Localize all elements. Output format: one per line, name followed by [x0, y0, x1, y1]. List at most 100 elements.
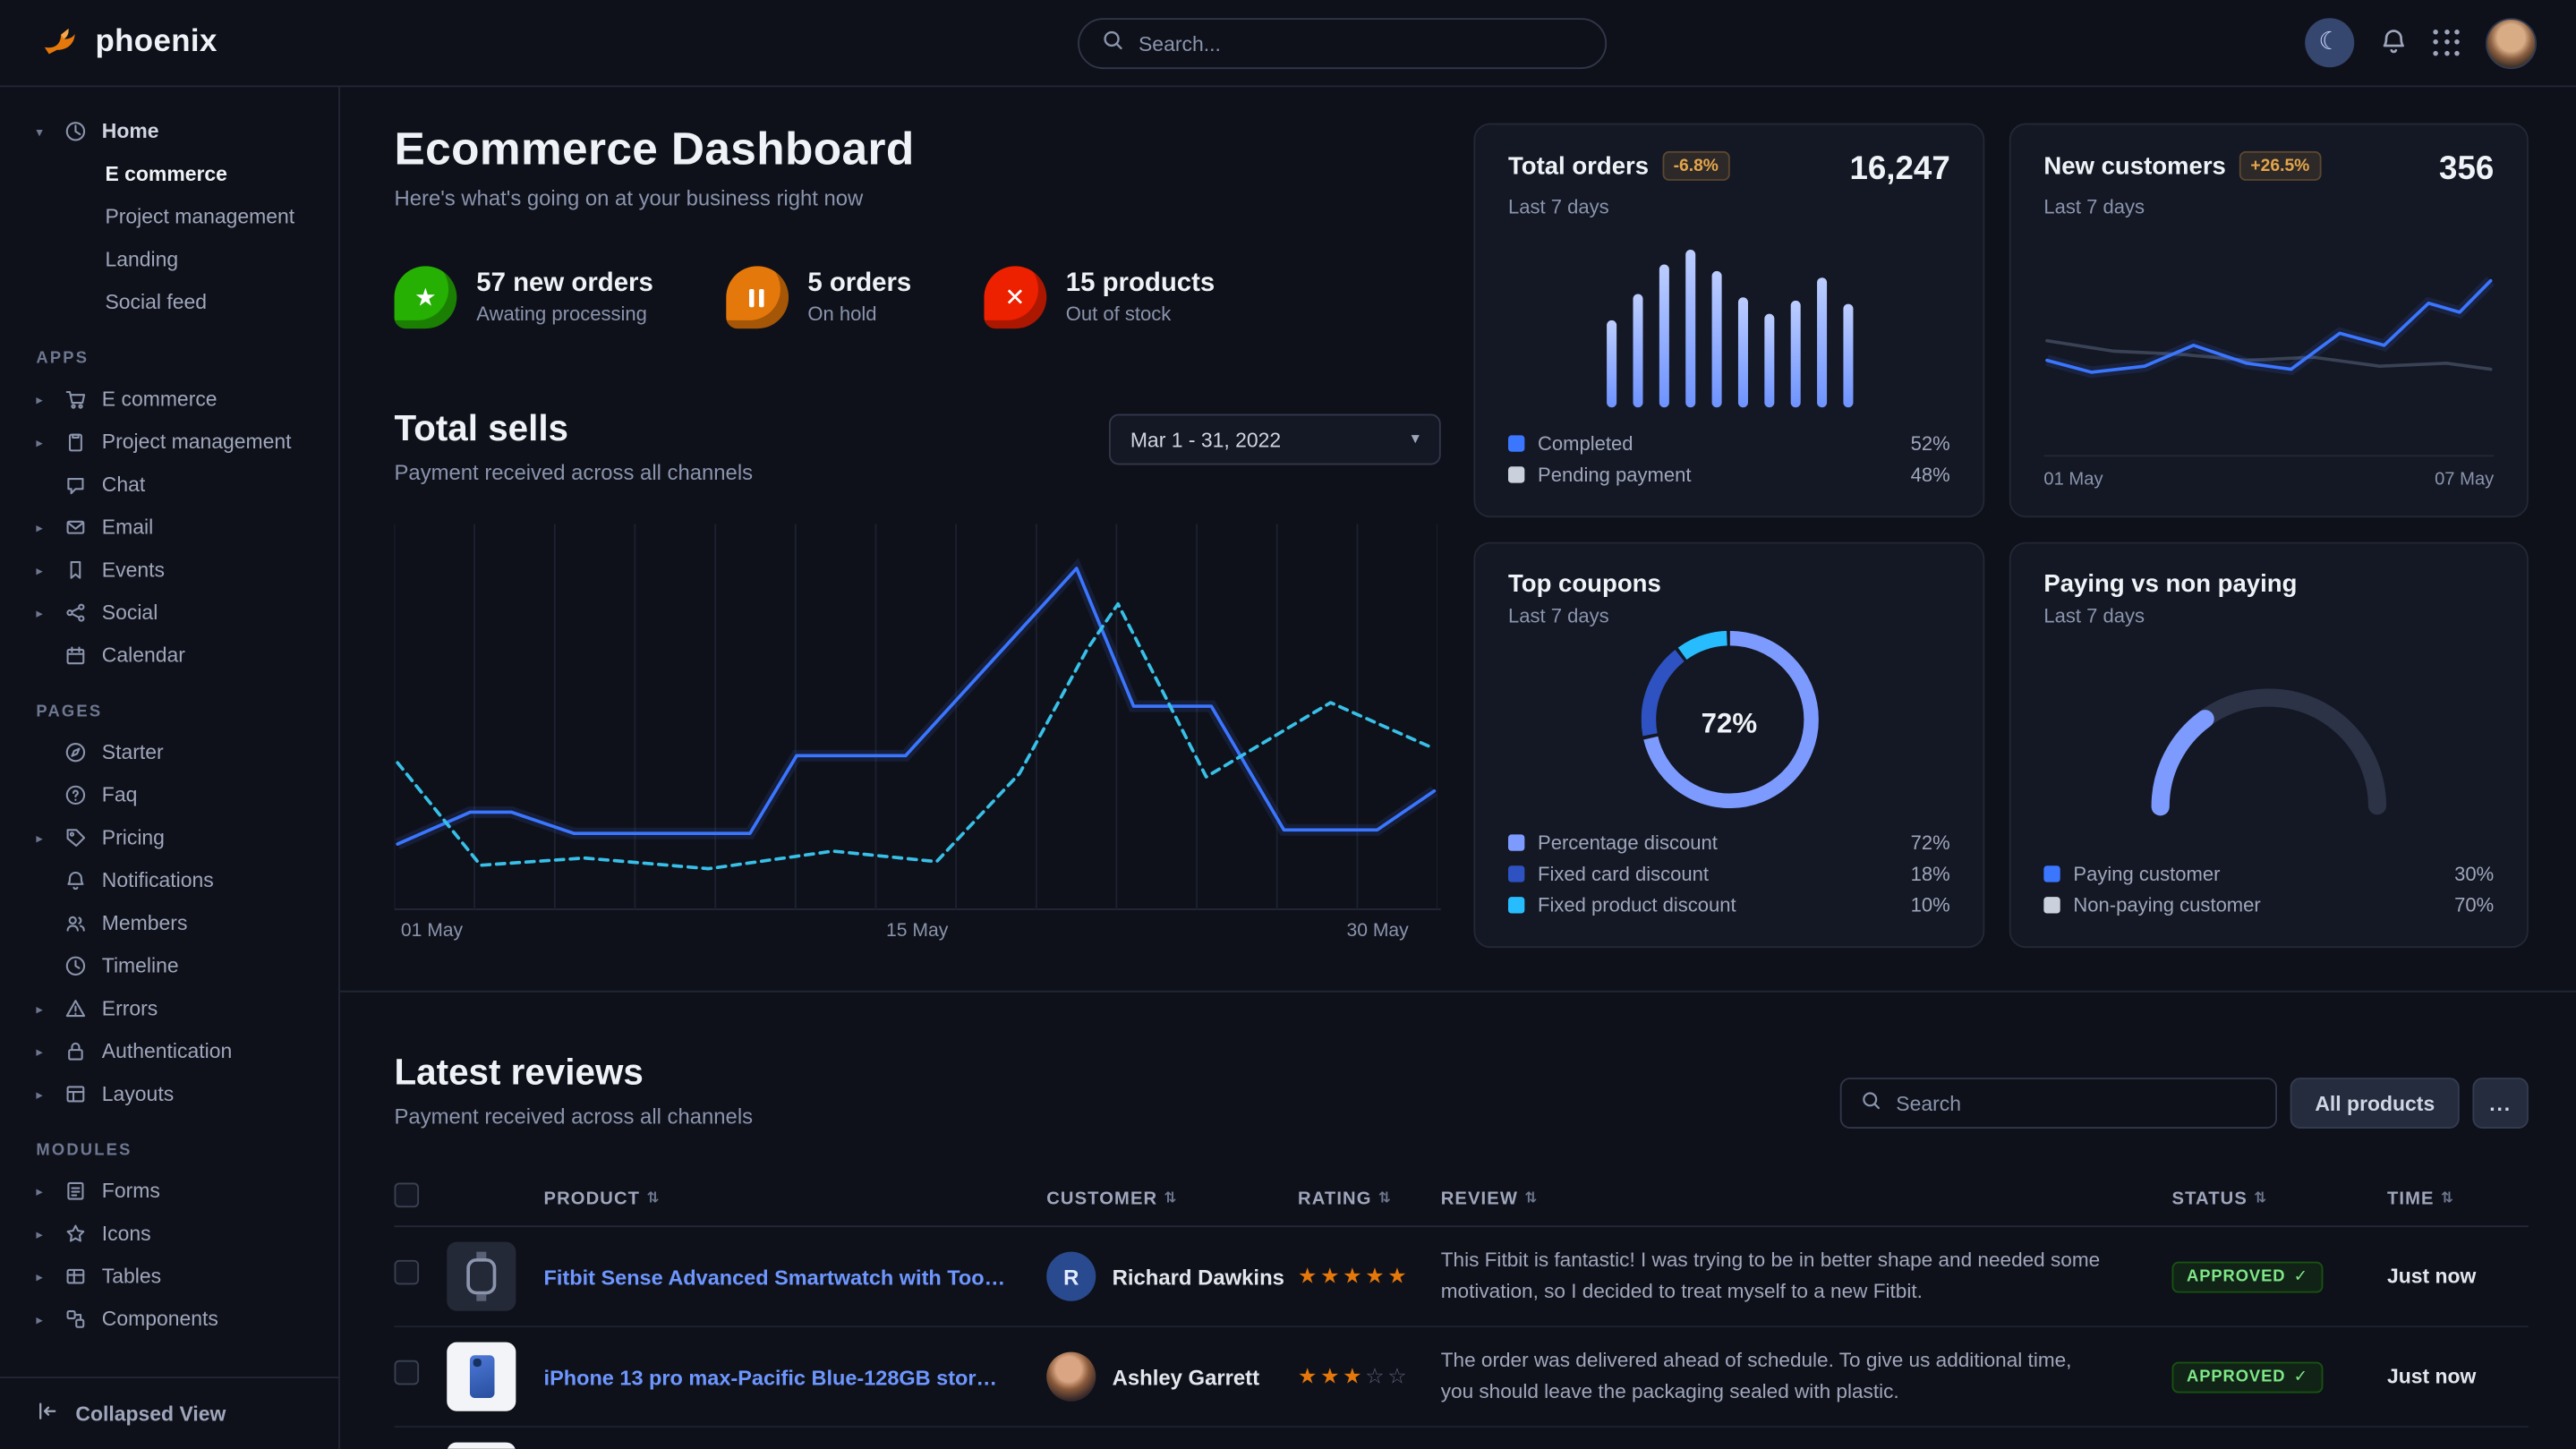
paying-title: Paying vs non paying — [2043, 570, 2297, 598]
x-axis-label: 01 May — [2043, 470, 2103, 490]
sidebar-item-faq[interactable]: Faq — [20, 774, 338, 817]
date-range-value: Mar 1 - 31, 2022 — [1130, 428, 1281, 451]
all-products-button[interactable]: All products — [2290, 1078, 2460, 1129]
sidebar-item-home[interactable]: ▾Home — [20, 110, 338, 153]
total-orders-legend: Completed52%Pending payment48% — [1508, 427, 1950, 490]
order-bar — [1843, 304, 1853, 407]
sidebar-item-events[interactable]: ▸Events — [20, 549, 338, 592]
brand-name: phoenix — [95, 25, 217, 61]
sidebar-item-timeline[interactable]: Timeline — [20, 944, 338, 987]
page-subtitle: Here's what's going on at your business … — [395, 185, 1441, 210]
sidebar-subitem-e-commerce[interactable]: E commerce — [20, 153, 338, 196]
column-header-customer[interactable]: CUSTOMER⇅ — [1046, 1189, 1298, 1208]
sidebar-item-forms[interactable]: ▸Forms — [20, 1170, 338, 1213]
stat-item: 5 ordersOn hold — [726, 266, 912, 328]
apps-grid-button[interactable] — [2433, 29, 2461, 56]
section-divider — [340, 991, 2576, 993]
column-header-rating[interactable]: RATING⇅ — [1298, 1189, 1441, 1208]
column-header-review[interactable]: REVIEW ⇅ — [1441, 1189, 2172, 1208]
sidebar-item-social[interactable]: ▸Social — [20, 592, 338, 635]
column-header-status[interactable]: STATUS⇅ — [2172, 1189, 2387, 1208]
legend-item: Paying customer30% — [2043, 857, 2494, 889]
users-icon — [63, 910, 89, 936]
paying-caption: Last 7 days — [2043, 604, 2494, 627]
sort-icon[interactable]: ⇅ — [2441, 1189, 2454, 1207]
clock-icon — [63, 953, 89, 979]
product-image — [447, 1242, 516, 1311]
product-link[interactable]: iPhone 13 pro max-Pacific Blue-128GB sto… — [544, 1364, 1047, 1389]
app-root: phoenix ☾ ▾HomeE commerceProject managem… — [0, 0, 2576, 1449]
brand[interactable]: phoenix — [39, 18, 352, 67]
sidebar-item-chat[interactable]: Chat — [20, 464, 338, 507]
sidebar-item-members[interactable]: Members — [20, 902, 338, 945]
global-search[interactable] — [1078, 18, 1607, 69]
compass-icon — [63, 739, 89, 765]
row-checkbox[interactable] — [395, 1260, 420, 1285]
customer-name: Richard Dawkins — [1113, 1264, 1284, 1289]
notifications-button[interactable] — [2379, 25, 2409, 60]
sort-icon[interactable]: ⇅ — [2254, 1189, 2267, 1207]
legend-swatch — [1508, 896, 1524, 912]
sidebar-item-calendar[interactable]: Calendar — [20, 635, 338, 678]
caret-right-icon: ▸ — [36, 1183, 49, 1198]
column-header-time[interactable]: TIME⇅ — [2387, 1189, 2529, 1208]
collapse-view-button[interactable]: Collapsed View — [0, 1377, 338, 1449]
sidebar-item-icons[interactable]: ▸Icons — [20, 1213, 338, 1256]
new-customers-title: New customers — [2043, 152, 2226, 180]
status-badge: APPROVED✓ — [2172, 1362, 2324, 1394]
sort-icon[interactable]: ⇅ — [1164, 1189, 1178, 1207]
sort-icon[interactable]: ⇅ — [646, 1189, 660, 1207]
sidebar-subitem-social-feed[interactable]: Social feed — [20, 281, 338, 324]
warning-icon — [63, 995, 89, 1021]
date-range-select[interactable]: Mar 1 - 31, 2022 ▾ — [1109, 414, 1441, 465]
form-icon — [63, 1178, 89, 1204]
sidebar-section-title: PAGES — [36, 703, 338, 721]
order-bar — [1737, 298, 1747, 407]
order-stats: ★57 new ordersAwating processing5 orders… — [395, 266, 1441, 328]
x-axis-label: 30 May — [1346, 922, 1408, 942]
column-header-product[interactable]: PRODUCT⇅ — [544, 1189, 1047, 1208]
reviews-search-input[interactable] — [1896, 1092, 2256, 1115]
order-bar — [1659, 265, 1668, 407]
column-header-label: REVIEW — [1441, 1189, 1518, 1208]
more-options-button[interactable]: ... — [2472, 1078, 2528, 1129]
customer-avatar: R — [1046, 1252, 1096, 1301]
legend-swatch — [1508, 865, 1524, 881]
x-axis-label: 01 May — [401, 922, 463, 942]
review-time: Just now — [2387, 1265, 2529, 1288]
sort-icon[interactable]: ⇅ — [1524, 1189, 1538, 1207]
paying-legend: Paying customer30%Non-paying customer70% — [2043, 857, 2494, 920]
global-search-input[interactable] — [1139, 32, 1582, 55]
search-icon — [1862, 1088, 1881, 1118]
sidebar-item-tables[interactable]: ▸Tables — [20, 1255, 338, 1298]
sidebar-item-layouts[interactable]: ▸Layouts — [20, 1073, 338, 1116]
caret-right-icon: ▸ — [36, 563, 49, 578]
bell-icon — [2379, 25, 2409, 60]
reviews-search[interactable] — [1840, 1078, 2277, 1129]
order-bar — [1633, 294, 1642, 407]
sidebar-item-pricing[interactable]: ▸Pricing — [20, 816, 338, 859]
sidebar-item-email[interactable]: ▸Email — [20, 506, 338, 549]
sidebar-subitem-landing[interactable]: Landing — [20, 238, 338, 281]
sidebar-item-notifications[interactable]: Notifications — [20, 859, 338, 902]
legend-item: Non-paying customer70% — [2043, 889, 2494, 920]
sidebar-subitem-project-management[interactable]: Project management — [20, 195, 338, 238]
sidebar-item-starter[interactable]: Starter — [20, 731, 338, 774]
sort-icon[interactable]: ⇅ — [1378, 1189, 1392, 1207]
user-avatar[interactable] — [2486, 17, 2537, 68]
theme-toggle-button[interactable]: ☾ — [2305, 18, 2354, 67]
legend-item: Fixed product discount10% — [1508, 889, 1950, 920]
row-checkbox[interactable] — [395, 1360, 420, 1385]
sidebar-item-e-commerce[interactable]: ▸E commerce — [20, 378, 338, 421]
sidebar-item-components[interactable]: ▸Components — [20, 1298, 338, 1341]
x-axis-label: 07 May — [2435, 470, 2494, 490]
product-link[interactable]: Fitbit Sense Advanced Smartwatch with To… — [544, 1264, 1047, 1289]
sidebar-item-project-management[interactable]: ▸Project management — [20, 421, 338, 464]
sidebar-item-authentication[interactable]: ▸Authentication — [20, 1030, 338, 1073]
legend-swatch — [1508, 434, 1524, 450]
page-title: Ecommerce Dashboard — [395, 124, 1441, 176]
sidebar-item-errors[interactable]: ▸Errors — [20, 987, 338, 1030]
review-text: This Fitbit is fantastic! I was trying t… — [1441, 1245, 2172, 1308]
select-all-checkbox[interactable] — [395, 1182, 420, 1207]
star-stat-icon: ★ — [395, 266, 457, 328]
